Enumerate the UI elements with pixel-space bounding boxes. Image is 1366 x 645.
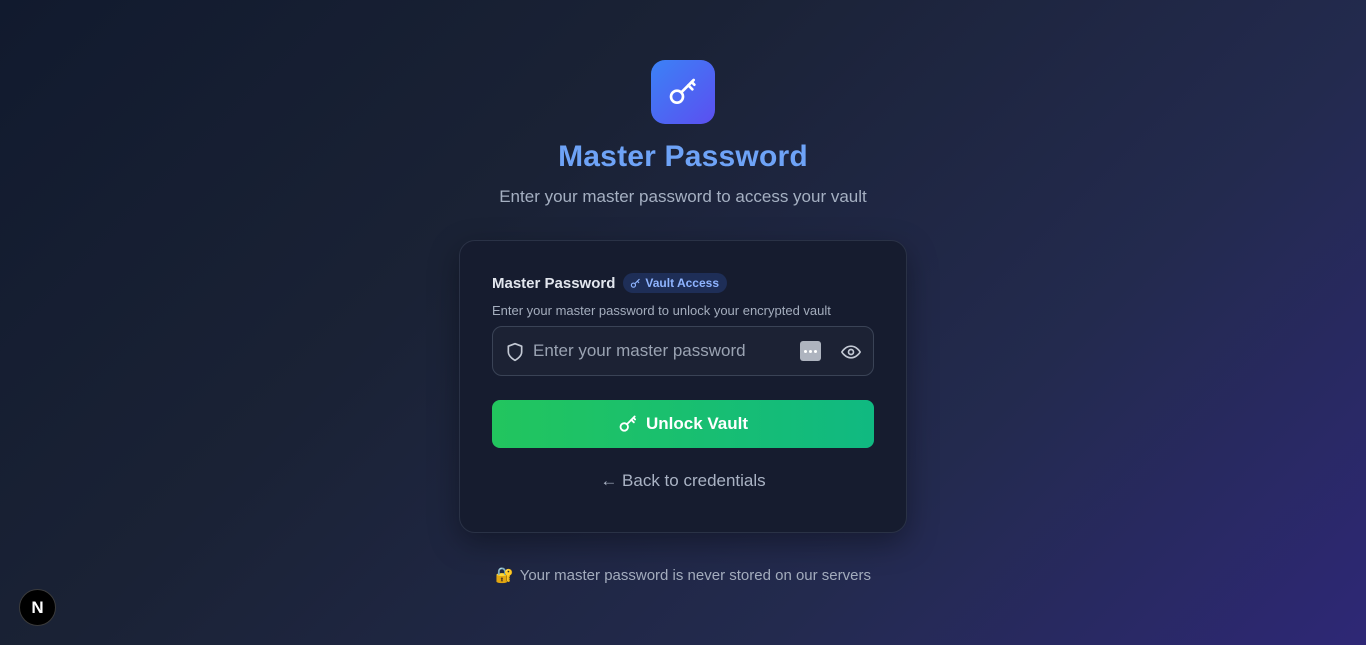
password-manager-icon[interactable] (800, 341, 821, 361)
security-note-text: Your master password is never stored on … (519, 566, 871, 584)
unlock-vault-label: Unlock Vault (645, 414, 749, 433)
key-icon (631, 278, 641, 288)
page-subtitle: Enter your master password to access you… (499, 187, 867, 206)
lock-icon: 🔐 (495, 567, 514, 584)
page-title: Master Password (558, 140, 808, 173)
key-icon (669, 78, 696, 104)
master-password-label: Master Password (492, 274, 616, 292)
field-helper-text: Enter your master password to unlock you… (492, 303, 831, 318)
field-label-row: Master Password Vault Access (492, 273, 727, 293)
unlock-vault-button[interactable]: Unlock Vault (492, 400, 874, 448)
master-password-input[interactable] (533, 327, 793, 375)
password-field-wrapper (492, 326, 874, 376)
unlock-card: Master Password Vault Access Enter your … (459, 240, 907, 533)
nextjs-dev-indicator[interactable]: N (19, 589, 56, 626)
vault-access-badge: Vault Access (623, 273, 727, 293)
badge-label: Vault Access (645, 276, 719, 290)
eye-icon[interactable] (841, 342, 861, 362)
key-icon (619, 415, 636, 432)
nextjs-logo-icon: N (31, 597, 44, 617)
back-to-credentials-link[interactable]: ← Back to credentials (460, 471, 906, 491)
security-note: 🔐 Your master password is never stored o… (0, 566, 1366, 585)
shield-icon (507, 342, 523, 362)
app-logo (651, 60, 715, 124)
